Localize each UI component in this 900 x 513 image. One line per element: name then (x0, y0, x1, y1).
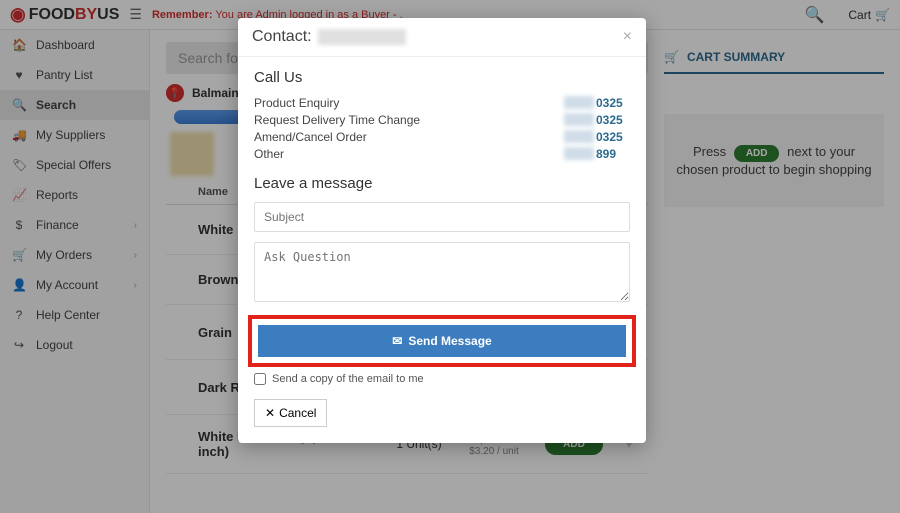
call-number-hidden (564, 113, 594, 126)
call-number[interactable]: 0325 (596, 113, 630, 127)
modal-header: Contact: xxxx × (238, 18, 646, 57)
send-label: Send Message (408, 334, 491, 348)
call-number[interactable]: 0325 (596, 96, 630, 110)
call-number-hidden (564, 96, 594, 109)
call-row: Request Delivery Time Change 0325 (254, 113, 630, 127)
close-icon[interactable]: × (623, 28, 632, 46)
call-number-hidden (564, 130, 594, 143)
question-textarea[interactable] (254, 242, 630, 302)
send-message-button[interactable]: ✉ Send Message (258, 325, 626, 357)
modal-title-prefix: Contact: (252, 28, 312, 46)
call-row: Product Enquiry 0325 (254, 96, 630, 110)
send-highlight-box: ✉ Send Message (248, 315, 636, 367)
cancel-button[interactable]: ✕ Cancel (254, 399, 327, 427)
cancel-label: Cancel (279, 406, 316, 420)
send-copy-label: Send a copy of the email to me (272, 373, 424, 385)
close-x-icon: ✕ (265, 406, 275, 420)
envelope-icon: ✉ (392, 334, 402, 348)
call-label: Amend/Cancel Order (254, 130, 564, 144)
modal-contact-name: xxxx (318, 29, 406, 45)
call-number-hidden (564, 147, 594, 160)
subject-input[interactable] (254, 202, 630, 232)
call-label: Other (254, 147, 564, 161)
send-copy-checkbox[interactable] (254, 373, 266, 385)
leave-message-title: Leave a message (254, 175, 630, 192)
call-label: Product Enquiry (254, 96, 564, 110)
call-number[interactable]: 899 (596, 147, 630, 161)
modal-body: Call Us Product Enquiry0325Request Deliv… (238, 57, 646, 443)
call-row: Other 899 (254, 147, 630, 161)
call-number[interactable]: 0325 (596, 130, 630, 144)
send-copy-checkbox-row[interactable]: Send a copy of the email to me (254, 373, 630, 385)
call-us-title: Call Us (254, 69, 630, 86)
contact-modal: Contact: xxxx × Call Us Product Enquiry 0… (238, 18, 646, 443)
call-row: Amend/Cancel Order 0325 (254, 130, 630, 144)
call-label: Request Delivery Time Change (254, 113, 564, 127)
